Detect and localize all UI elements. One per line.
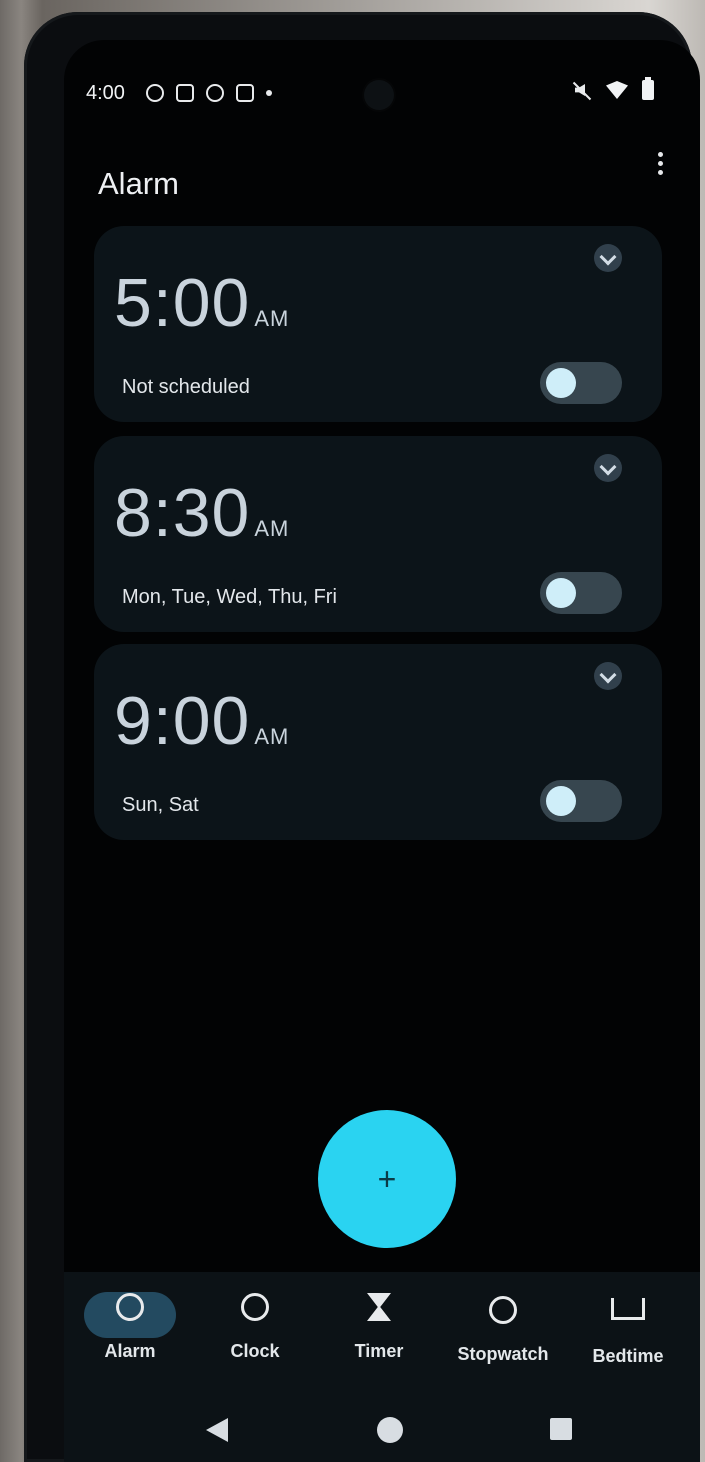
alarm-schedule: Mon, Tue, Wed, Thu, Fri: [122, 586, 337, 608]
add-alarm-button[interactable]: +: [318, 1110, 456, 1248]
home-icon[interactable]: [377, 1417, 403, 1443]
phone-frame: 4:00 Alarm 5:00AM Not scheduled 8:30AM: [24, 12, 700, 1462]
tab-clock[interactable]: Clock: [195, 1290, 315, 1362]
expand-chevron-down-icon[interactable]: [594, 454, 622, 482]
page-title: Alarm: [98, 166, 179, 201]
alarm-time[interactable]: 8:30 AM: [114, 474, 289, 552]
expand-chevron-down-icon[interactable]: [594, 244, 622, 272]
recents-icon[interactable]: [550, 1418, 572, 1440]
screen: 4:00 Alarm 5:00AM Not scheduled 8:30AM: [64, 40, 700, 1462]
alarm-ampm: AM: [254, 516, 290, 541]
more-notifications-dot-icon: [266, 90, 272, 96]
alarm-ampm: AM: [254, 306, 290, 331]
timer-icon: [360, 1293, 398, 1331]
alarm-ampm: AM: [254, 724, 290, 749]
tab-timer-label: Timer: [354, 1341, 404, 1361]
toggle-knob: [546, 368, 576, 398]
sim-icon: [176, 84, 194, 102]
alarm-toggle[interactable]: [540, 572, 622, 614]
more-options-icon[interactable]: [650, 148, 670, 178]
tab-alarm[interactable]: Alarm: [70, 1290, 190, 1362]
plus-icon: +: [377, 1161, 397, 1197]
alarm-time-value: 8:30: [114, 475, 251, 551]
alarm-schedule: Not scheduled: [122, 376, 250, 398]
stopwatch-icon: [484, 1296, 522, 1334]
front-camera: [364, 80, 394, 110]
status-time: 4:00: [86, 82, 125, 104]
alarm-time-value: 5:00: [114, 265, 251, 341]
tab-bedtime-label: Bedtime: [592, 1346, 664, 1366]
notification-app-icon: [146, 84, 164, 102]
battery-icon: [642, 77, 654, 100]
location-icon: [206, 84, 224, 102]
tab-clock-label: Clock: [230, 1341, 280, 1361]
toggle-knob: [546, 786, 576, 816]
vibrate-mute-icon: [572, 80, 592, 100]
toggle-knob: [546, 578, 576, 608]
alarm-card[interactable]: 8:30 AM Mon, Tue, Wed, Thu, Fri: [94, 436, 662, 632]
alarm-toggle[interactable]: [540, 362, 622, 404]
shopping-bag-icon: [236, 84, 254, 102]
alarm-time[interactable]: 5:00 AM: [114, 264, 289, 342]
bedtime-icon: [609, 1298, 647, 1336]
wifi-icon: [606, 81, 628, 99]
tab-alarm-label: Alarm: [104, 1341, 156, 1361]
alarm-toggle[interactable]: [540, 780, 622, 822]
back-icon[interactable]: [206, 1418, 228, 1442]
tab-bedtime[interactable]: Bedtime: [568, 1290, 688, 1367]
alarm-time[interactable]: 9:00 AM: [114, 682, 289, 760]
clock-icon: [236, 1293, 274, 1331]
expand-chevron-down-icon[interactable]: [594, 662, 622, 690]
alarm-icon: [111, 1293, 149, 1331]
tab-stopwatch[interactable]: Stopwatch: [443, 1290, 563, 1365]
alarm-schedule: Sun, Sat: [122, 794, 199, 816]
alarm-card[interactable]: 5:00 AM Not scheduled: [94, 226, 662, 422]
status-notification-icons: [146, 84, 272, 102]
tab-timer[interactable]: Timer: [319, 1290, 439, 1362]
status-system-icons: [572, 77, 654, 100]
alarm-card[interactable]: 9:00 AM Sun, Sat: [94, 644, 662, 840]
tab-stopwatch-label: Stopwatch: [457, 1344, 549, 1364]
system-navigation-bar: [64, 1406, 700, 1462]
alarm-time-value: 9:00: [114, 683, 251, 759]
